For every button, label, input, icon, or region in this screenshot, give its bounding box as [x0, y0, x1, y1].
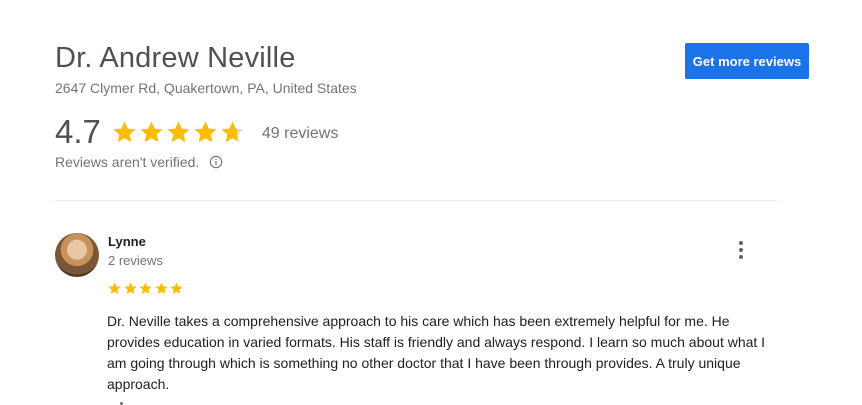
avatar[interactable] [55, 233, 99, 277]
reviewer-name[interactable]: Lynne [108, 234, 146, 249]
review-star-icon [154, 282, 168, 294]
verification-note: Reviews aren't verified. [55, 154, 223, 170]
review-text: Dr. Neville takes a comprehensive approa… [107, 313, 766, 392]
review-stars [107, 281, 185, 296]
reviews-panel: Dr. Andrew Neville 2647 Clymer Rd, Quake… [0, 0, 862, 405]
verification-text: Reviews aren't verified. [55, 154, 200, 170]
rating-star-icon [140, 120, 163, 142]
rating-summary: 4.7 49 reviews [55, 112, 338, 152]
rating-star-icon [194, 120, 217, 142]
info-icon[interactable] [209, 155, 223, 169]
rating-value: 4.7 [55, 113, 101, 150]
business-address: 2647 Clymer Rd, Quakertown, PA, United S… [55, 80, 357, 96]
rating-star-icon [167, 120, 190, 142]
review-star-icon [108, 282, 121, 294]
reviewer-review-count: 2 reviews [108, 253, 163, 268]
page-title: Dr. Andrew Neville [55, 42, 296, 74]
review-star-icon [170, 282, 183, 294]
more-options-icon[interactable] [733, 239, 749, 261]
divider [55, 200, 777, 201]
review-star-icon [139, 282, 152, 294]
review-count[interactable]: 49 reviews [262, 121, 338, 143]
rating-star-icon [113, 120, 136, 142]
get-more-reviews-button[interactable]: Get more reviews [685, 43, 809, 79]
rating-stars [111, 119, 246, 146]
review-star-icon [123, 282, 137, 294]
rating-star-icon [221, 120, 244, 142]
